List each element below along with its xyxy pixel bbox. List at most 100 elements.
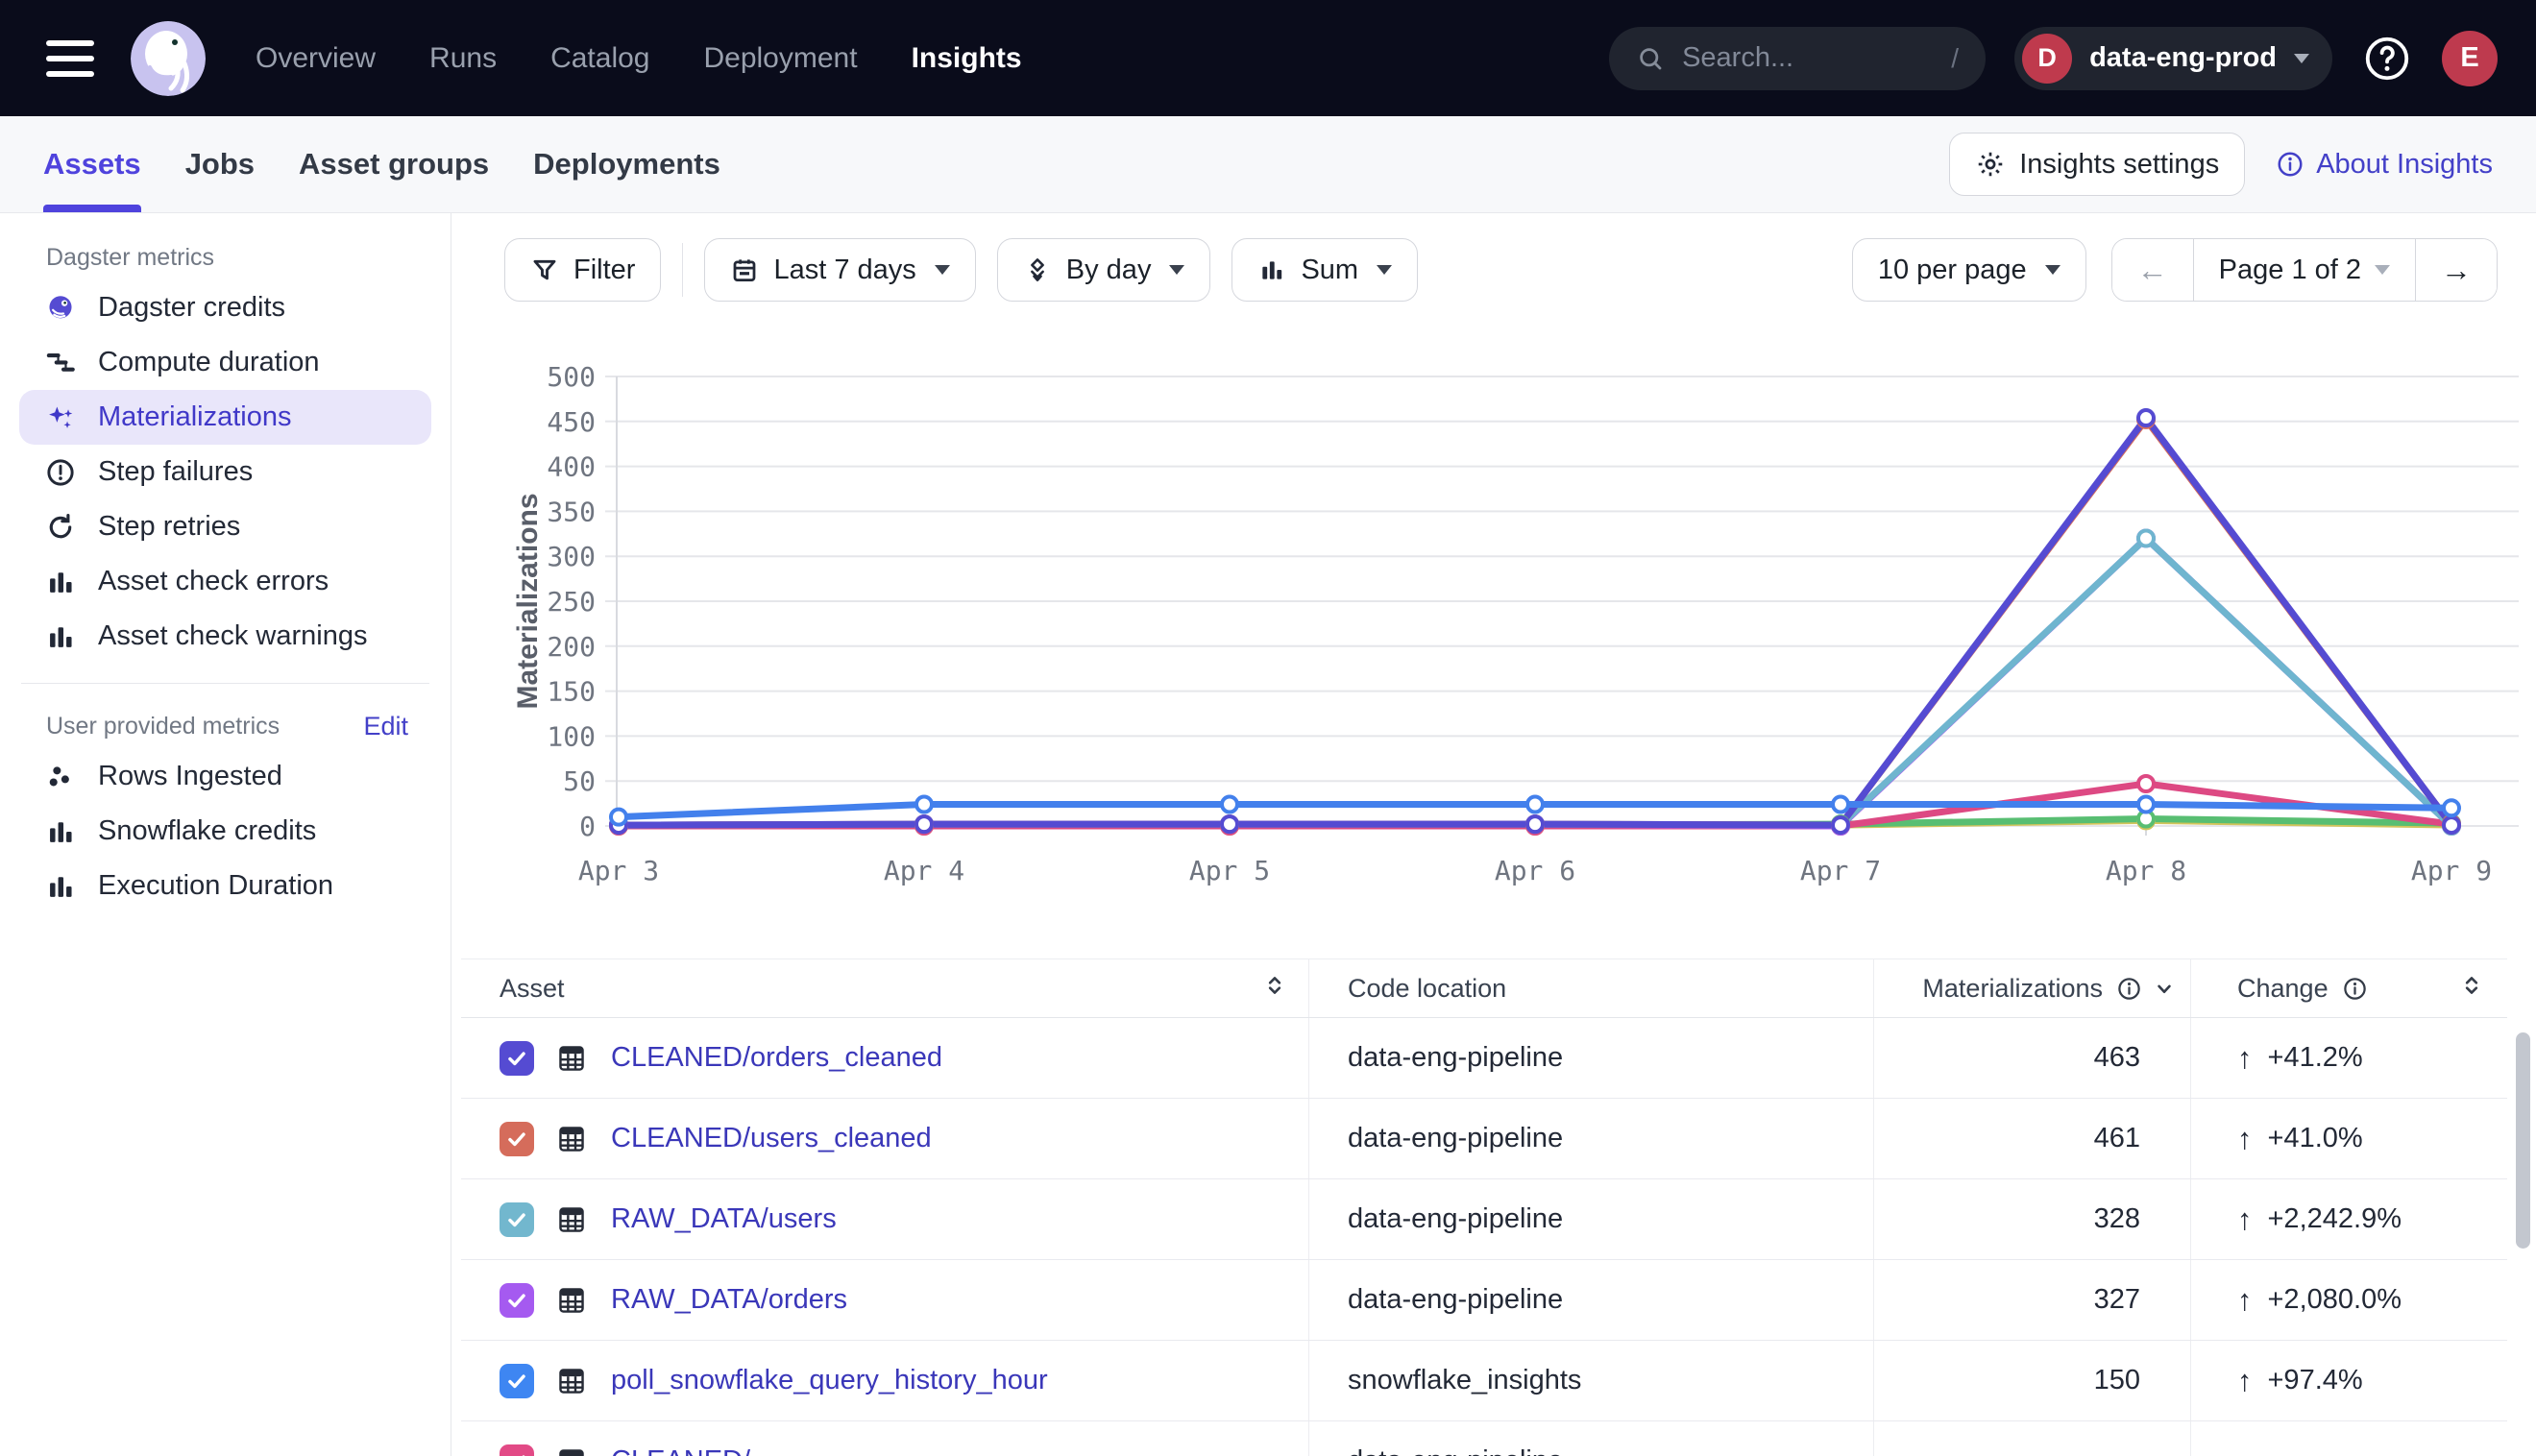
insights-tab-bar: Assets Jobs Asset groups Deployments Ins… <box>0 116 2536 213</box>
dagster-logo[interactable] <box>131 21 206 96</box>
search-input[interactable]: Search... / <box>1609 27 1986 90</box>
funnel-icon <box>530 255 559 284</box>
insights-settings-button[interactable]: Insights settings <box>1949 133 2245 196</box>
asset-link[interactable]: CLEANED/users_cleaned <box>611 1123 932 1154</box>
svg-text:350: 350 <box>547 496 596 527</box>
date-range-dropdown[interactable]: Last 7 days <box>704 238 975 302</box>
nav-link-catalog[interactable]: Catalog <box>550 42 649 75</box>
tab-jobs[interactable]: Jobs <box>185 116 255 212</box>
pagination: ← Page 1 of 2 → <box>2111 238 2498 302</box>
aggregation-dropdown[interactable]: Sum <box>1231 238 1418 302</box>
arrow-up-icon: ↑ <box>2237 1122 2253 1156</box>
sidebar-item-label: Asset check warnings <box>98 620 367 652</box>
svg-text:Apr 6: Apr 6 <box>1495 855 1575 886</box>
series-checkbox[interactable] <box>500 1283 534 1318</box>
table-asset-icon <box>555 1445 588 1456</box>
tab-asset-groups[interactable]: Asset groups <box>299 116 489 212</box>
sort-toggle-icon[interactable] <box>2459 973 2484 1005</box>
nav-link-runs[interactable]: Runs <box>429 42 497 75</box>
deployment-selector[interactable]: D data-eng-prod <box>2014 27 2332 90</box>
table-asset-icon <box>555 1284 588 1317</box>
next-page-button[interactable]: → <box>2415 239 2497 301</box>
info-icon[interactable] <box>2116 976 2142 1002</box>
asset-link[interactable]: CLEANED/orders_cleaned <box>611 1042 942 1074</box>
chart-toolbar: Filter Last 7 days By day <box>504 238 2498 302</box>
materializations-count: 328 <box>2094 1203 2140 1235</box>
tab-assets[interactable]: Assets <box>43 116 141 212</box>
deployment-name: data-eng-prod <box>2089 42 2277 74</box>
help-icon[interactable] <box>2361 33 2413 85</box>
arrow-up-icon: ↑ <box>2237 1041 2253 1076</box>
sidebar-item-asset-check-warnings[interactable]: Asset check warnings <box>19 609 431 664</box>
change-value: ↑+41.2% <box>2237 1041 2363 1076</box>
sidebar-item-label: Dagster credits <box>98 292 285 324</box>
retry-icon <box>44 511 77 544</box>
sidebar-item-label: Snowflake credits <box>98 815 316 847</box>
table-asset-icon <box>555 1042 588 1075</box>
about-insights-link[interactable]: About Insights <box>2276 149 2493 181</box>
sidebar-item-label: Rows Ingested <box>98 761 282 792</box>
svg-text:300: 300 <box>547 541 596 572</box>
svg-text:Apr 8: Apr 8 <box>2106 855 2186 886</box>
nav-link-overview[interactable]: Overview <box>256 42 376 75</box>
svg-text:500: 500 <box>547 361 596 393</box>
asset-link[interactable]: poll_snowflake_query_history_hour <box>611 1365 1048 1396</box>
prev-page-button[interactable]: ← <box>2112 239 2193 301</box>
edit-metrics-link[interactable]: Edit <box>363 712 408 741</box>
search-placeholder: Search... <box>1682 42 1793 74</box>
vertical-scrollbar[interactable] <box>2516 1032 2530 1249</box>
sidebar-item-rows-ingested[interactable]: Rows Ingested <box>19 749 431 804</box>
sidebar-item-label: Materializations <box>98 401 291 433</box>
sidebar-item-snowflake-credits[interactable]: Snowflake credits <box>19 804 431 859</box>
svg-text:400: 400 <box>547 451 596 483</box>
asset-link[interactable]: CLEANED/ <box>611 1445 750 1456</box>
asset-link[interactable]: RAW_DATA/users <box>611 1203 837 1235</box>
info-icon[interactable] <box>2342 976 2368 1002</box>
series-checkbox[interactable] <box>500 1122 534 1156</box>
sort-toggle-icon[interactable] <box>1262 973 1287 1005</box>
code-location: data-eng-pipeline <box>1348 1203 1563 1235</box>
change-value: ↑+97.4% <box>2237 1364 2363 1398</box>
code-location: data-eng-pipeline <box>1348 1042 1563 1074</box>
filter-button[interactable]: Filter <box>504 238 661 302</box>
chevron-down-icon <box>2294 54 2309 63</box>
per-page-dropdown[interactable]: 10 per page <box>1852 238 2086 302</box>
assets-table: Asset Code location Materializations <box>461 959 2507 1456</box>
materializations-line-chart: 050100150200250300350400450500Apr 3Apr 4… <box>508 353 2536 910</box>
arrow-up-icon: ↑ <box>2237 1364 2253 1398</box>
code-location: data-eng-pipeline <box>1348 1445 1563 1456</box>
sidebar-section-title: Dagster metrics <box>46 244 214 272</box>
svg-text:Apr 4: Apr 4 <box>884 855 964 886</box>
search-shortcut: / <box>1951 43 1959 74</box>
arrow-up-icon: ↑ <box>2237 1283 2253 1318</box>
sidebar-item-dagster-credits[interactable]: Dagster credits <box>19 280 431 335</box>
octopus-icon <box>44 292 77 325</box>
tab-deployments[interactable]: Deployments <box>533 116 720 212</box>
sidebar-item-step-failures[interactable]: Step failures <box>19 445 431 499</box>
dagster-metrics-list: Dagster credits Compute duration Materiali… <box>0 280 451 664</box>
sidebar-item-materializations[interactable]: Materializations <box>19 390 431 445</box>
materializations-count: 463 <box>2094 1042 2140 1074</box>
series-checkbox[interactable] <box>500 1444 534 1456</box>
hamburger-menu-icon[interactable] <box>46 40 94 77</box>
sidebar-item-compute-duration[interactable]: Compute duration <box>19 335 431 390</box>
series-checkbox[interactable] <box>500 1041 534 1076</box>
nav-link-deployment[interactable]: Deployment <box>703 42 857 75</box>
bar-chart-icon <box>44 566 77 598</box>
nav-link-insights[interactable]: Insights <box>912 42 1022 75</box>
granularity-dropdown[interactable]: By day <box>997 238 1211 302</box>
page-dropdown[interactable]: Page 1 of 2 <box>2193 239 2415 301</box>
series-checkbox[interactable] <box>500 1202 534 1237</box>
table-asset-icon <box>555 1123 588 1155</box>
sidebar-item-execution-duration[interactable]: Execution Duration <box>19 859 431 913</box>
series-checkbox[interactable] <box>500 1364 534 1398</box>
bar-chart-icon <box>1257 255 1286 284</box>
change-value: ↑+41.0% <box>2237 1122 2363 1156</box>
sort-desc-icon[interactable] <box>2152 976 2177 1001</box>
sidebar-item-step-retries[interactable]: Step retries <box>19 499 431 554</box>
sidebar-item-label: Compute duration <box>98 347 320 378</box>
asset-link[interactable]: RAW_DATA/orders <box>611 1284 847 1316</box>
user-avatar[interactable]: E <box>2442 31 2498 86</box>
sidebar-item-asset-check-errors[interactable]: Asset check errors <box>19 554 431 609</box>
change-value: ↑+2,080.0% <box>2237 1283 2402 1318</box>
